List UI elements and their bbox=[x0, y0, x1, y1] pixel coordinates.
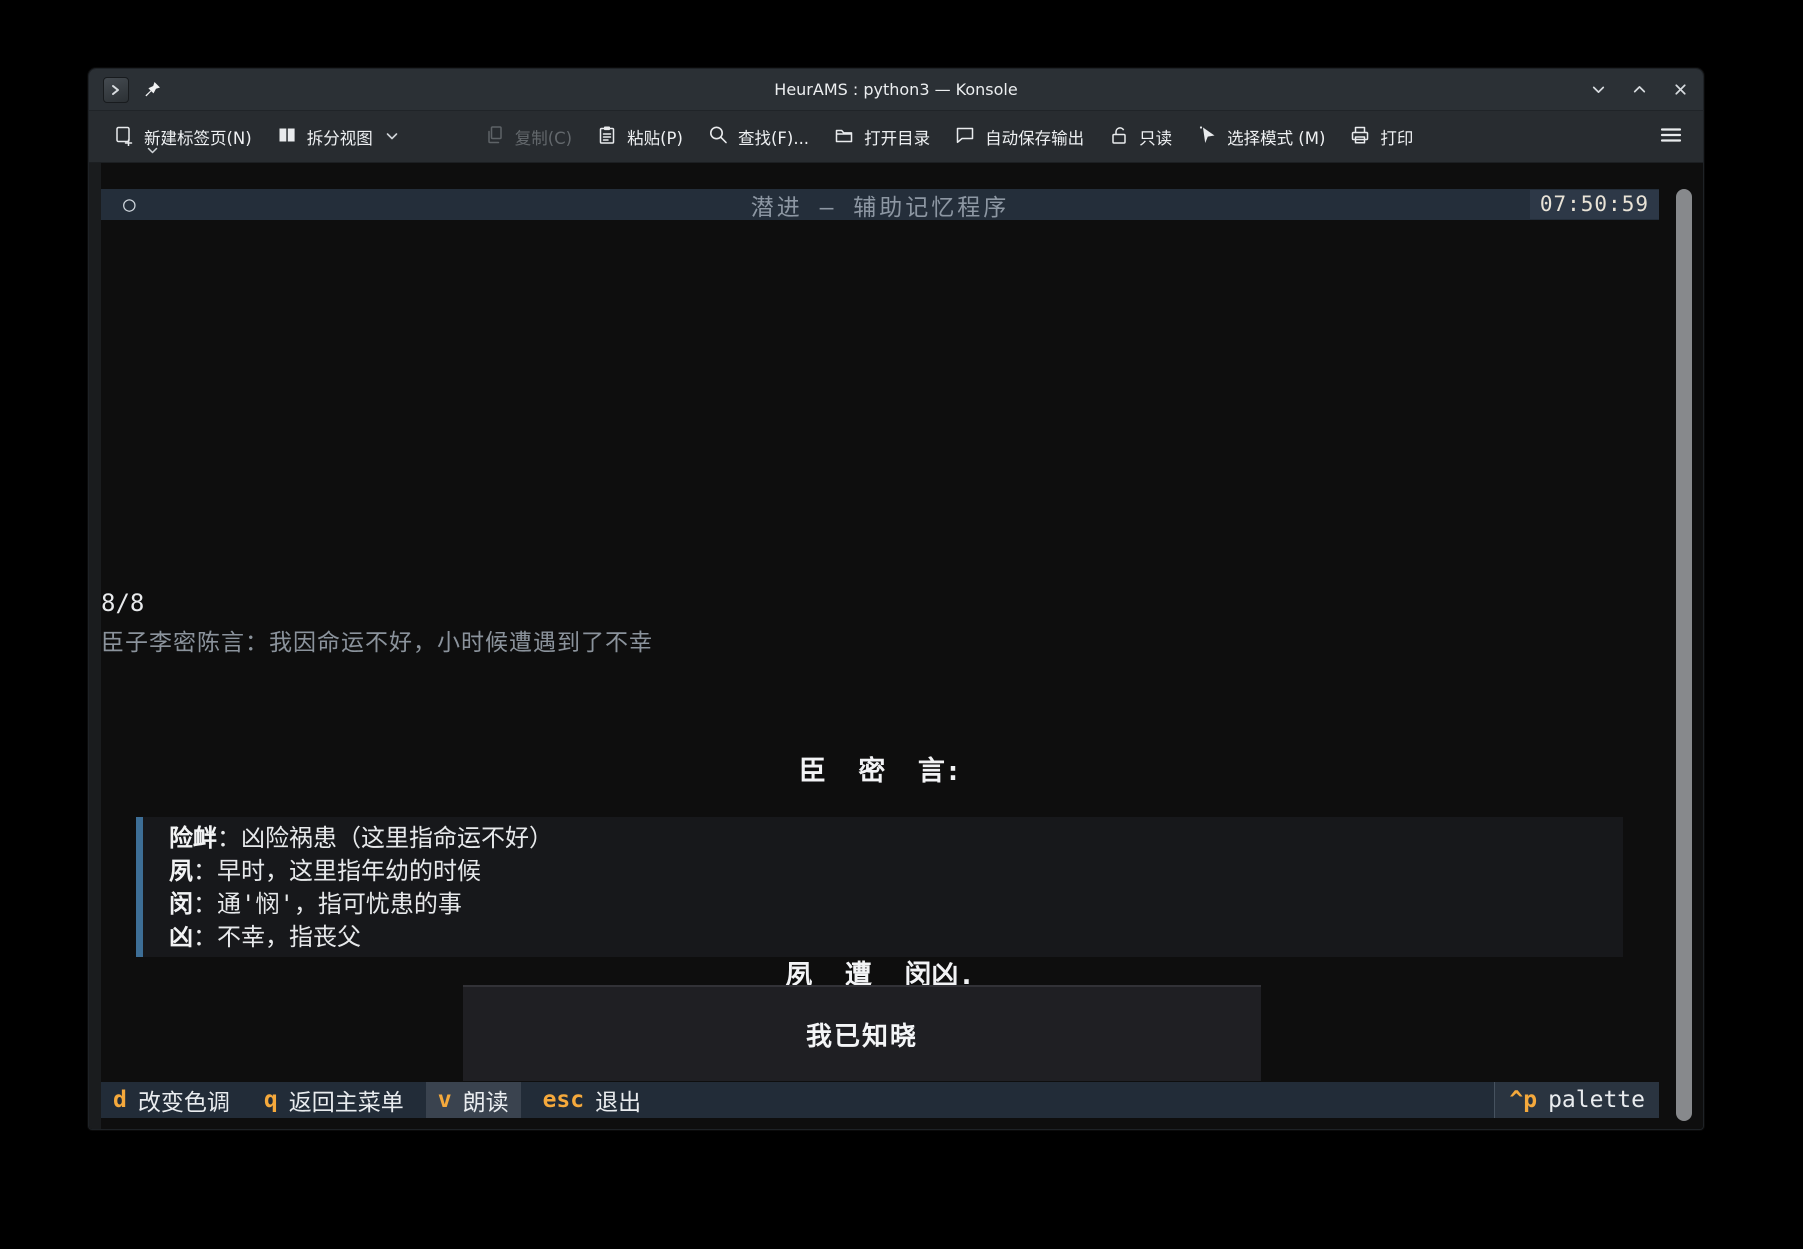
split-view-button[interactable]: 拆分视图 bbox=[264, 116, 410, 158]
close-button[interactable] bbox=[1672, 81, 1689, 98]
terminal-left-margin bbox=[89, 163, 101, 1129]
translation-line: 臣子李密陈言：我因命运不好，小时候遭遇到了不幸 bbox=[101, 623, 653, 657]
print-button[interactable]: 打印 bbox=[1337, 116, 1425, 158]
tui-header-bar: ○ 潜进 – 辅助记忆程序 07:50:59 bbox=[101, 189, 1659, 220]
tui-app-title: 潜进 – 辅助记忆程序 bbox=[101, 188, 1659, 222]
konsole-window: HeurAMS : python3 — Konsole 新建标签页(N) bbox=[88, 68, 1704, 1130]
find-button[interactable]: 查找(F)... bbox=[695, 116, 821, 158]
hint-exit[interactable]: esc 退出 bbox=[531, 1082, 654, 1118]
copy-button: 复制(C) bbox=[472, 116, 584, 158]
tui-clock: 07:50:59 bbox=[1530, 190, 1659, 219]
minimize-button[interactable] bbox=[1590, 81, 1607, 98]
output-bubble-icon bbox=[954, 124, 976, 150]
cursor-arrow-icon bbox=[1196, 124, 1218, 150]
autosave-output-button[interactable]: 自动保存输出 bbox=[942, 116, 1096, 158]
annotation-box: 险衅：凶险祸患（这里指命运不好） 夙：早时，这里指年幼的时候 闵：通'悯'，指可… bbox=[136, 817, 1623, 957]
terminal-view: ○ 潜进 – 辅助记忆程序 07:50:59 8/8 臣子李密陈言：我因命运不好… bbox=[89, 163, 1703, 1129]
new-tab-icon bbox=[113, 124, 135, 150]
key-hint-bar: d 改变色调 q 返回主菜单 v 朗读 esc 退出 ^p palette bbox=[101, 1082, 1659, 1118]
titlebar: HeurAMS : python3 — Konsole bbox=[89, 69, 1703, 111]
acknowledge-button[interactable]: 我已知晓 bbox=[463, 985, 1261, 1081]
scrollbar-thumb[interactable] bbox=[1676, 189, 1692, 1121]
annotation-line: 险衅：凶险祸患（这里指命运不好） bbox=[169, 822, 1623, 855]
annotation-line: 凶：不幸，指丧父 bbox=[169, 921, 1623, 954]
annotation-line: 闵：通'悯'，指可忧患的事 bbox=[169, 888, 1623, 921]
hint-change-theme[interactable]: d 改变色调 bbox=[101, 1082, 242, 1118]
open-directory-button[interactable]: 打开目录 bbox=[821, 116, 942, 158]
search-icon bbox=[707, 124, 729, 150]
paste-icon bbox=[596, 124, 618, 150]
annotation-line: 夙：早时，这里指年幼的时候 bbox=[169, 855, 1623, 888]
chevron-down-icon bbox=[386, 132, 398, 141]
paste-button[interactable]: 粘贴(P) bbox=[584, 116, 695, 158]
copy-icon bbox=[484, 124, 506, 150]
hint-palette[interactable]: ^p palette bbox=[1494, 1082, 1659, 1118]
pin-icon[interactable] bbox=[143, 80, 162, 99]
select-mode-button[interactable]: 选择模式 (M) bbox=[1184, 116, 1337, 158]
window-title: HeurAMS : python3 — Konsole bbox=[89, 80, 1703, 99]
new-tab-button[interactable]: 新建标签页(N) bbox=[101, 116, 264, 158]
konsole-app-icon bbox=[103, 77, 129, 103]
progress-counter: 8/8 bbox=[101, 589, 144, 617]
menu-button[interactable] bbox=[1651, 116, 1691, 158]
poem-line: 臣 密 言: bbox=[101, 755, 1659, 789]
hint-read-aloud[interactable]: v 朗读 bbox=[426, 1082, 521, 1118]
printer-icon bbox=[1349, 124, 1371, 150]
chevron-down-icon bbox=[147, 140, 158, 159]
read-only-button[interactable]: 只读 bbox=[1096, 116, 1184, 158]
maximize-button[interactable] bbox=[1631, 81, 1648, 98]
hamburger-icon bbox=[1659, 124, 1683, 150]
split-view-icon bbox=[276, 124, 298, 150]
hint-main-menu[interactable]: q 返回主菜单 bbox=[252, 1082, 416, 1118]
unlock-icon bbox=[1108, 124, 1130, 150]
folder-icon bbox=[833, 124, 855, 150]
toolbar: 新建标签页(N) 拆分视图 复制(C) 粘贴(P) bbox=[89, 111, 1703, 163]
